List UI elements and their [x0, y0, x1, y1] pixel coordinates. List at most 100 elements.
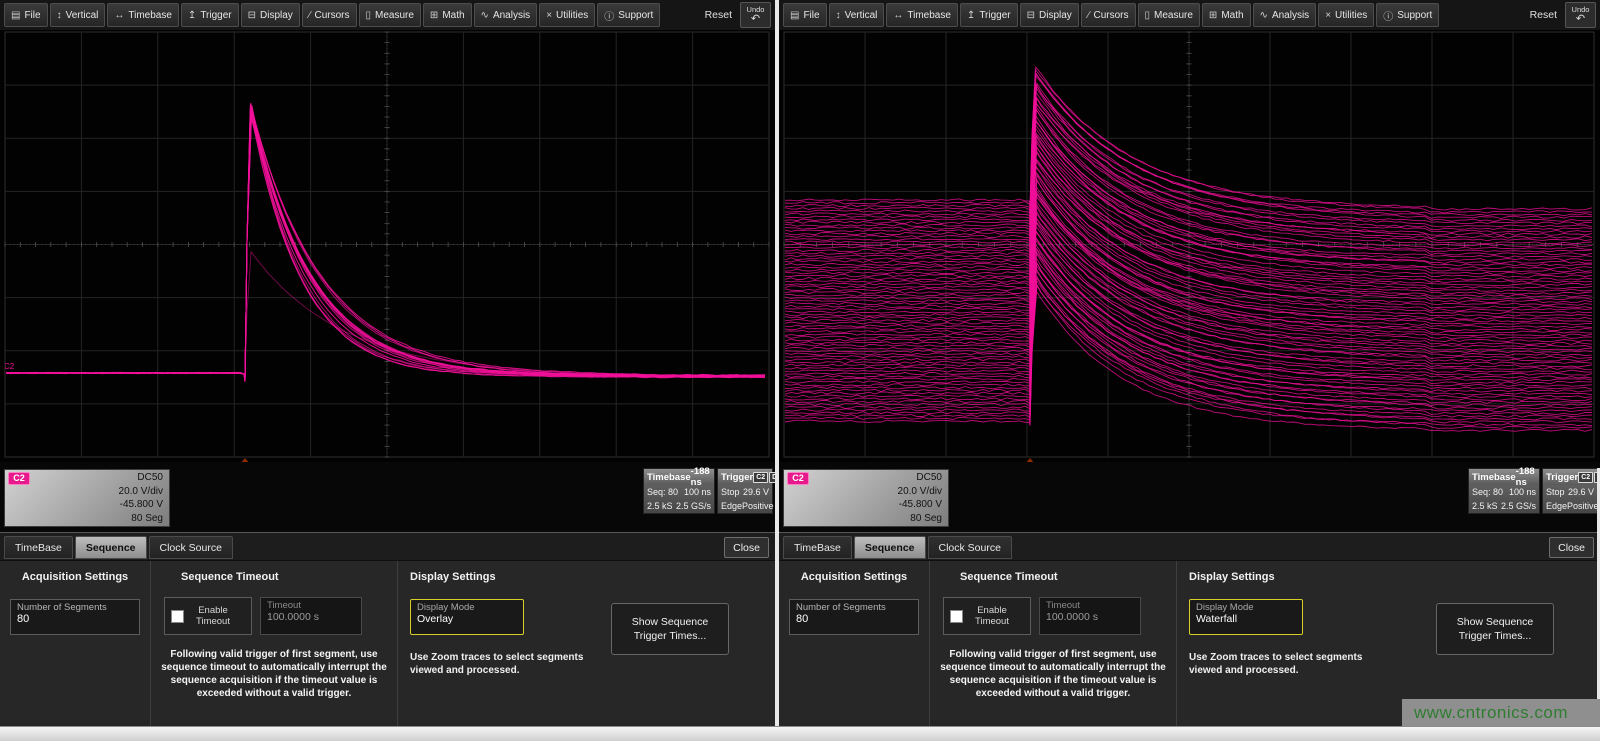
reset-button[interactable]: Reset [699, 9, 738, 21]
menu-label: Math [1221, 10, 1243, 21]
trigger-descriptor[interactable]: Trigger C2 DC Stop29.6 V EdgePositive [717, 468, 773, 514]
scope-panel-waterfall: ▤ File ↕ Vertical ↔ Timebase ↥ Trigger ⊟… [779, 0, 1600, 726]
trigger-type: Edge [1546, 501, 1567, 511]
timeout-value: 100.0000 s [267, 611, 355, 623]
number-of-segments-field[interactable]: Number of Segments 80 [10, 599, 140, 635]
timeout-label: Timeout [1046, 600, 1134, 611]
timebase-icon: ↔ [893, 10, 903, 21]
tab-clock-source[interactable]: Clock Source [928, 536, 1012, 559]
support-icon: ⓘ [604, 8, 614, 23]
timeout-field[interactable]: Timeout 100.0000 s [1039, 597, 1141, 635]
channel-scale: 20.0 V/div [788, 485, 942, 499]
menu-button[interactable]: ⊟ Display [1020, 3, 1079, 27]
menu-label: Vertical [66, 10, 99, 21]
undo-button[interactable]: Undo ↶ [1565, 2, 1596, 28]
menu-button[interactable]: ∿ Analysis [1253, 3, 1317, 27]
timeout-description: Following valid trigger of first segment… [937, 648, 1169, 700]
menu-button[interactable]: ▯ Measure [359, 3, 421, 27]
display-mode-label: Display Mode [417, 602, 517, 613]
menu-button[interactable]: ⓘ Support [1376, 3, 1439, 27]
menu-button[interactable]: ↥ Trigger [960, 3, 1018, 27]
channel-descriptor[interactable]: C2 DC50 20.0 V/div -45.800 V 80 Seg [4, 469, 170, 527]
waveform-screen[interactable] [779, 30, 1600, 462]
close-button[interactable]: Close [724, 537, 769, 558]
menu-label: Timebase [907, 10, 951, 21]
menu-label: Measure [1154, 10, 1193, 21]
close-button[interactable]: Close [1549, 537, 1594, 558]
menu-label: Utilities [556, 10, 588, 21]
menu-bar: ▤ File ↕ Vertical ↔ Timebase ↥ Trigger ⊟… [779, 0, 1600, 30]
tab-timebase[interactable]: TimeBase [4, 536, 73, 559]
number-of-segments-field[interactable]: Number of Segments 80 [789, 599, 919, 635]
channel-scale: 20.0 V/div [9, 485, 163, 499]
menu-button[interactable]: ▤ File [4, 3, 48, 27]
tab-clock-source[interactable]: Clock Source [149, 536, 233, 559]
dual-scope-screenshot: ▤ File ↕ Vertical ↔ Timebase ↥ Trigger ⊟… [0, 0, 1600, 741]
menu-button[interactable]: ⊞ Math [423, 3, 472, 27]
sequence-dialog: TimeBase Sequence Clock Source Close Acq… [0, 532, 775, 726]
menu-button[interactable]: ▯ Measure [1138, 3, 1200, 27]
menu-button[interactable]: ⓘ Support [597, 3, 660, 27]
number-of-segments-value: 80 [796, 613, 912, 625]
enable-timeout-checkbox[interactable]: Enable Timeout [164, 597, 252, 635]
vertical-icon: ↕ [836, 10, 841, 21]
display-mode-select[interactable]: Display Mode Overlay [410, 599, 524, 635]
menu-button[interactable]: ↔ Timebase [107, 3, 179, 27]
menu-button[interactable]: × Utilities [539, 3, 595, 27]
timeout-field[interactable]: Timeout 100.0000 s [260, 597, 362, 635]
enable-timeout-checkbox[interactable]: Enable Timeout [943, 597, 1031, 635]
channel-offset: -45.800 V [788, 498, 942, 512]
trigger-source-badge: C2 [753, 472, 768, 483]
tab-sequence[interactable]: Sequence [854, 536, 926, 559]
menu-label: Cursors [1093, 10, 1128, 21]
menu-button[interactable]: ↕ Vertical [829, 3, 885, 27]
menu-button[interactable]: ∕ Cursors [302, 3, 357, 27]
zoom-traces-hint: Use Zoom traces to select segments viewe… [1189, 651, 1364, 677]
undo-button[interactable]: Undo ↶ [740, 2, 771, 28]
menu-button[interactable]: ⊟ Display [241, 3, 300, 27]
menu-label: Display [1039, 10, 1072, 21]
display-icon: ⊟ [1027, 10, 1035, 21]
show-sequence-trigger-times-button[interactable]: Show Sequence Trigger Times... [1436, 603, 1554, 655]
menu-button[interactable]: ↕ Vertical [50, 3, 106, 27]
tab-sequence[interactable]: Sequence [75, 536, 147, 559]
dialog-tabs: TimeBase Sequence Clock Source Close [779, 533, 1600, 561]
timebase-descriptor[interactable]: Timebase -188 ns Seq: 80100 ns 2.5 kS2.5… [643, 468, 715, 514]
show-sequence-trigger-times-button[interactable]: Show Sequence Trigger Times... [611, 603, 729, 655]
timebase-descriptor[interactable]: Timebase -188 ns Seq: 80100 ns 2.5 kS2.5… [1468, 468, 1540, 514]
channel-coupling: DC50 [788, 471, 942, 485]
channel-descriptor[interactable]: C2 DC50 20.0 V/div -45.800 V 80 Seg [783, 469, 949, 527]
menu-label: Display [260, 10, 293, 21]
tab-timebase[interactable]: TimeBase [783, 536, 852, 559]
menu-button[interactable]: ↥ Trigger [181, 3, 239, 27]
descriptor-strip: C2 DC50 20.0 V/div -45.800 V 80 Seg Time… [779, 462, 1600, 532]
menu-button[interactable]: ∿ Analysis [474, 3, 538, 27]
timebase-perdiv: 100 ns [1509, 487, 1536, 497]
acquisition-settings-heading: Acquisition Settings [779, 571, 929, 583]
page-bottom-strip [0, 726, 1600, 741]
enable-timeout-label: Enable Timeout [190, 605, 236, 627]
timeout-label: Timeout [267, 600, 355, 611]
timebase-rate: 2.5 GS/s [676, 501, 711, 511]
sequence-timeout-section: Sequence Timeout Enable Timeout Timeout … [929, 561, 1177, 726]
descriptor-strip: C2 DC50 20.0 V/div -45.800 V 80 Seg Time… [0, 462, 775, 532]
waveform-screen[interactable]: C2 [0, 30, 775, 462]
menu-button[interactable]: ↔ Timebase [886, 3, 958, 27]
display-icon: ⊟ [248, 10, 256, 21]
analysis-icon: ∿ [1260, 10, 1268, 21]
timeout-description: Following valid trigger of first segment… [158, 648, 390, 700]
menu-button[interactable]: × Utilities [1318, 3, 1374, 27]
reset-button[interactable]: Reset [1524, 9, 1563, 21]
timebase-seq: Seq: 80 [1472, 487, 1503, 497]
channel-badge: C2 [8, 472, 30, 485]
timeout-value: 100.0000 s [1046, 611, 1134, 623]
menu-button[interactable]: ∕ Cursors [1081, 3, 1136, 27]
menu-button[interactable]: ⊞ Math [1202, 3, 1251, 27]
trigger-source-badge: C2 [1578, 472, 1593, 483]
display-mode-select[interactable]: Display Mode Waterfall [1189, 599, 1303, 635]
trigger-level: 29.6 V [1568, 487, 1594, 497]
trigger-slope: Positive [1567, 501, 1599, 511]
menu-button[interactable]: ▤ File [783, 3, 827, 27]
display-settings-heading: Display Settings [410, 571, 775, 583]
trigger-descriptor[interactable]: Trigger C2 DC Stop29.6 V EdgePositive [1542, 468, 1598, 514]
